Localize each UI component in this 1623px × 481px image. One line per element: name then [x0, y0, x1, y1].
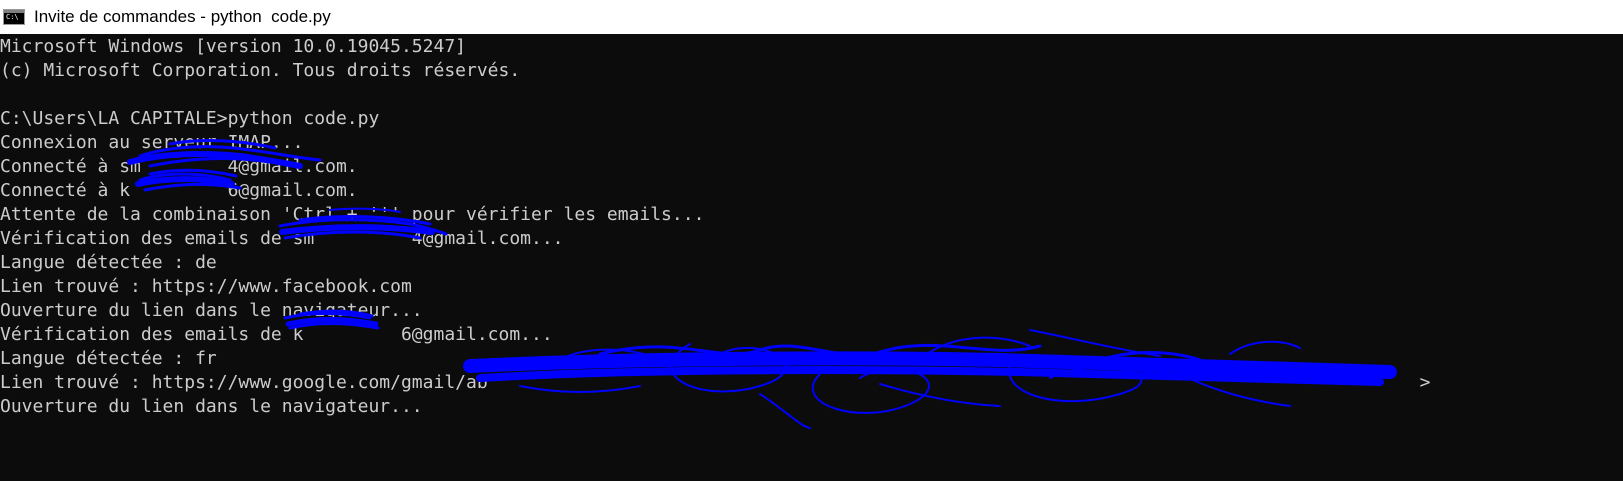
- console-line: Vérification des emails de k 6@gmail.com…: [0, 324, 553, 345]
- console-output[interactable]: Microsoft Windows [version 10.0.19045.52…: [0, 34, 1623, 481]
- console-line: Lien trouvé : https://www.facebook.com: [0, 276, 412, 297]
- command-prompt-window: C:\ Invite de commandes - python code.py…: [0, 0, 1623, 481]
- console-lines: Microsoft Windows [version 10.0.19045.52…: [0, 35, 1430, 419]
- console-line: (c) Microsoft Corporation. Tous droits r…: [0, 60, 521, 81]
- console-line: Connexion au serveur IMAP...: [0, 132, 304, 153]
- console-line: Langue détectée : fr: [0, 348, 217, 369]
- console-line: Connecté à sm 4@gmail.com.: [0, 156, 358, 177]
- title-bar[interactable]: C:\ Invite de commandes - python code.py: [0, 0, 1623, 34]
- console-line: Ouverture du lien dans le navigateur...: [0, 396, 423, 417]
- console-line: Ouverture du lien dans le navigateur...: [0, 300, 423, 321]
- console-line: Lien trouvé : https://www.google.com/gma…: [0, 372, 1431, 393]
- console-line: Langue détectée : de: [0, 252, 217, 273]
- console-line: Vérification des emails de sm 4@gmail.co…: [0, 228, 564, 249]
- console-line: Attente de la combinaison 'Ctrl + ''' po…: [0, 204, 705, 225]
- window-title: Invite de commandes - python code.py: [34, 7, 331, 26]
- console-line: Connecté à k 6@gmail.com.: [0, 180, 358, 201]
- console-line: C:\Users\LA CAPITALE>python code.py: [0, 108, 380, 129]
- cmd-icon: C:\: [3, 9, 25, 25]
- console-line: Microsoft Windows [version 10.0.19045.52…: [0, 36, 466, 57]
